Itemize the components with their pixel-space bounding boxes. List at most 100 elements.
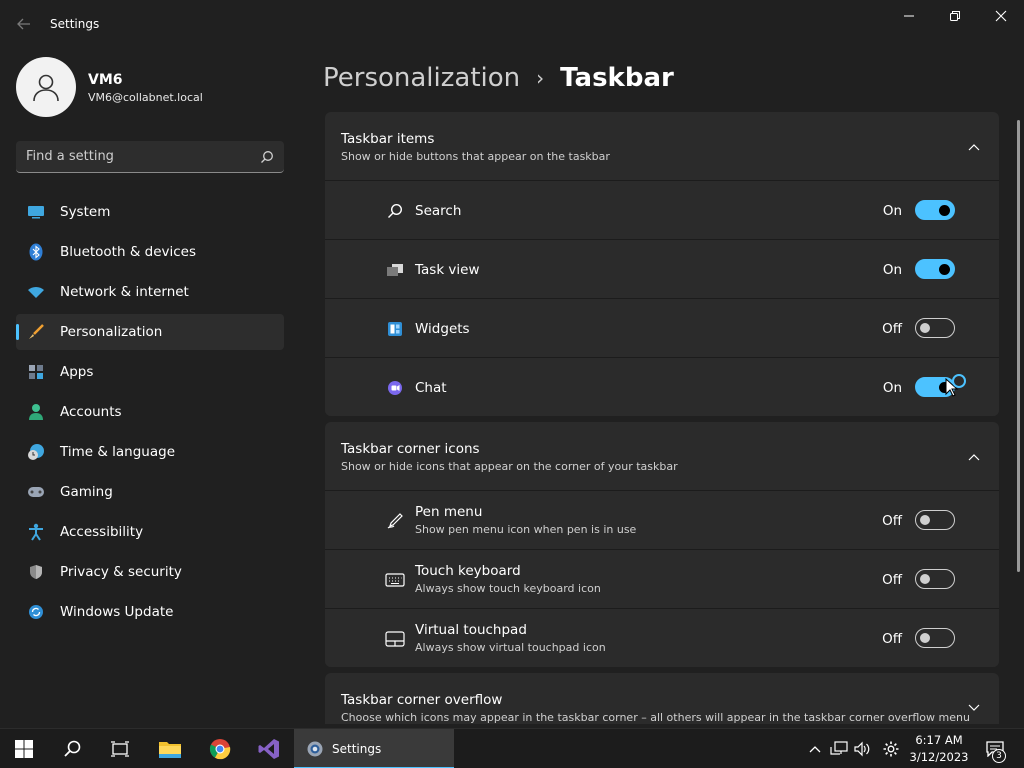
toggle-knob [920, 323, 930, 333]
search-input[interactable] [26, 141, 246, 172]
accounts-icon [26, 402, 46, 422]
sidebar-item-gaming[interactable]: Gaming [16, 474, 284, 510]
sidebar-item-apps[interactable]: Apps [16, 354, 284, 390]
back-arrow-icon [17, 18, 30, 30]
sidebar-item-time-language[interactable]: Time & language [16, 434, 284, 470]
breadcrumb-parent[interactable]: Personalization [323, 63, 520, 93]
wifi-icon [26, 282, 46, 302]
sidebar-item-label: Time & language [60, 444, 176, 460]
task-view-toggle[interactable] [915, 259, 955, 279]
sidebar-item-network[interactable]: Network & internet [16, 274, 284, 310]
sidebar-item-label: Personalization [60, 324, 163, 340]
toggle-state-text: Off [882, 321, 902, 337]
user-profile[interactable]: VM6 VM6@collabnet.local [16, 57, 286, 117]
taskbar-items-header[interactable]: Taskbar items Show or hide buttons that … [325, 112, 999, 180]
task-view-button[interactable] [96, 729, 144, 768]
close-button[interactable] [978, 0, 1024, 32]
sidebar-item-label: Accounts [60, 404, 122, 420]
setting-label: Task view [415, 262, 480, 278]
visual-studio-icon [258, 739, 279, 759]
sidebar-item-label: Privacy & security [60, 564, 182, 580]
setting-row-virtual-touchpad: Virtual touchpad Always show virtual tou… [325, 608, 999, 667]
virtual-touchpad-toggle[interactable] [915, 628, 955, 648]
sidebar-item-accessibility[interactable]: Accessibility [16, 514, 284, 550]
chevron-down-icon[interactable] [967, 701, 981, 715]
sidebar-item-bluetooth[interactable]: Bluetooth & devices [16, 234, 284, 270]
group-description: Choose which icons may appear in the tas… [341, 711, 970, 724]
settings-search[interactable] [16, 141, 284, 173]
chevron-up-icon[interactable] [967, 140, 981, 154]
file-explorer-button[interactable] [146, 729, 194, 768]
widgets-toggle[interactable] [915, 318, 955, 338]
task-view-icon [111, 741, 129, 757]
windows-logo-icon [15, 740, 33, 758]
toggle-state-text: Off [882, 513, 902, 529]
search-icon [385, 201, 405, 221]
corner-icons-header[interactable]: Taskbar corner icons Show or hide icons … [325, 422, 999, 490]
touch-keyboard-toggle[interactable] [915, 569, 955, 589]
setting-label: Virtual touchpad [415, 622, 527, 638]
setting-description: Show pen menu icon when pen is in use [415, 523, 637, 536]
widgets-icon [385, 319, 405, 339]
back-button[interactable] [10, 12, 38, 36]
toggle-knob [920, 633, 930, 643]
sidebar-item-label: Network & internet [60, 284, 189, 300]
pen-menu-toggle[interactable] [915, 510, 955, 530]
setting-row-search: Search On [325, 180, 999, 239]
setting-row-chat: Chat On [325, 357, 999, 416]
chevron-up-icon[interactable] [967, 450, 981, 464]
setting-description: Always show touch keyboard icon [415, 582, 601, 595]
show-hidden-icons-button[interactable] [804, 729, 826, 768]
search-icon[interactable] [260, 149, 274, 168]
shield-icon [26, 562, 46, 582]
sidebar-item-privacy[interactable]: Privacy & security [16, 554, 284, 590]
search-toggle[interactable] [915, 200, 955, 220]
notification-center-button[interactable]: 3 [980, 729, 1010, 768]
notification-count-badge: 3 [992, 749, 1006, 763]
clock-globe-icon [26, 442, 46, 462]
minimize-icon [904, 15, 914, 17]
group-description: Show or hide buttons that appear on the … [341, 150, 610, 163]
touchpad-icon [385, 629, 405, 649]
setting-row-touch-keyboard: Touch keyboard Always show touch keyboar… [325, 549, 999, 608]
setting-row-pen-menu: Pen menu Show pen menu icon when pen is … [325, 490, 999, 549]
taskbar: Settings 6:17 AM 3/12/2023 3 [0, 728, 1024, 768]
sidebar-item-label: Accessibility [60, 524, 144, 540]
vertical-scrollbar[interactable] [1017, 120, 1020, 572]
sidebar-item-windows-update[interactable]: Windows Update [16, 594, 284, 630]
chevron-up-icon [809, 746, 821, 753]
setting-label: Pen menu [415, 504, 483, 520]
setting-label: Search [415, 203, 462, 219]
clock-date: 3/12/2023 [909, 750, 969, 764]
network-tray-button[interactable] [828, 729, 850, 768]
visual-studio-button[interactable] [245, 729, 293, 768]
setting-description: Always show virtual touchpad icon [415, 641, 606, 654]
taskbar-search-button[interactable] [48, 729, 96, 768]
sidebar-item-label: Gaming [60, 484, 113, 500]
sidebar-item-personalization[interactable]: Personalization [16, 314, 284, 350]
restore-button[interactable] [932, 0, 978, 32]
taskbar-app-label: Settings [332, 742, 382, 756]
bluetooth-icon [26, 242, 46, 262]
speaker-icon [854, 741, 870, 757]
sidebar-nav: System Bluetooth & devices Network & int… [16, 194, 284, 634]
settings-tray-button[interactable] [879, 729, 903, 768]
group-title: Taskbar corner overflow [341, 692, 503, 708]
toggle-knob [920, 574, 930, 584]
sidebar-item-system[interactable]: System [16, 194, 284, 230]
sidebar-item-accounts[interactable]: Accounts [16, 394, 284, 430]
breadcrumb-separator: › [536, 66, 545, 90]
toggle-state-text: Off [882, 572, 902, 588]
chrome-button[interactable] [196, 729, 244, 768]
start-button[interactable] [0, 729, 48, 768]
minimize-button[interactable] [886, 0, 932, 32]
taskbar-clock[interactable]: 6:17 AM 3/12/2023 [905, 732, 973, 766]
corner-overflow-header[interactable]: Taskbar corner overflow Choose which ico… [325, 673, 999, 724]
brush-icon [26, 322, 46, 342]
volume-tray-button[interactable] [851, 729, 873, 768]
breadcrumb: Personalization › Taskbar [323, 58, 674, 98]
toggle-knob [939, 204, 950, 216]
search-icon [64, 740, 81, 757]
taskbar-app-settings[interactable]: Settings [294, 729, 454, 768]
user-email: VM6@collabnet.local [88, 91, 203, 104]
